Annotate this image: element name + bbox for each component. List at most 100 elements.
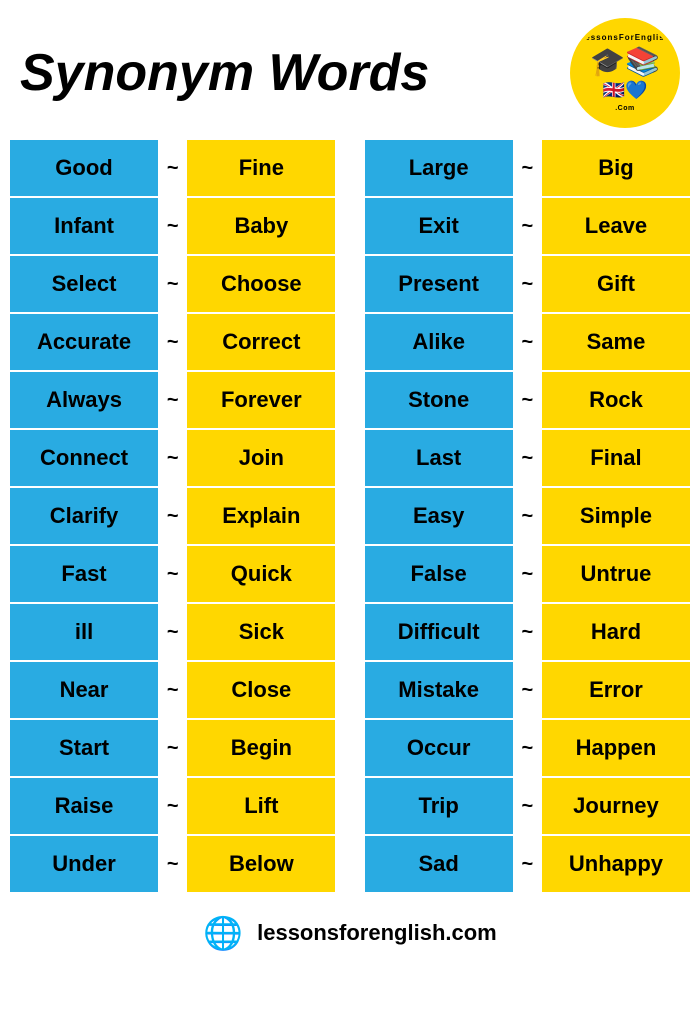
spacer-cell (336, 545, 363, 603)
left-word-cell: Connect (9, 429, 159, 487)
left-tilde-cell: ~ (159, 139, 186, 197)
right-tilde-cell: ~ (514, 777, 541, 835)
left-synonym-cell: Choose (186, 255, 336, 313)
right-tilde-cell: ~ (514, 313, 541, 371)
spacer-cell (336, 255, 363, 313)
left-synonym-cell: Close (186, 661, 336, 719)
left-word-cell: Select (9, 255, 159, 313)
right-tilde-cell: ~ (514, 139, 541, 197)
left-tilde-cell: ~ (159, 313, 186, 371)
left-tilde-cell: ~ (159, 545, 186, 603)
spacer-cell (336, 835, 363, 893)
right-word-cell: Present (364, 255, 514, 313)
right-synonym-cell: Same (541, 313, 691, 371)
left-word-cell: ill (9, 603, 159, 661)
right-tilde-cell: ~ (514, 603, 541, 661)
logo-text-bottom: .Com (615, 105, 635, 112)
right-synonym-cell: Hard (541, 603, 691, 661)
right-synonym-cell: Final (541, 429, 691, 487)
left-synonym-cell: Below (186, 835, 336, 893)
right-word-cell: Easy (364, 487, 514, 545)
right-tilde-cell: ~ (514, 545, 541, 603)
right-tilde-cell: ~ (514, 661, 541, 719)
right-synonym-cell: Error (541, 661, 691, 719)
table-row: Select ~ Choose Present ~ Gift (9, 255, 691, 313)
left-synonym-cell: Quick (186, 545, 336, 603)
right-synonym-cell: Unhappy (541, 835, 691, 893)
globe-icon: 🌐 (203, 914, 243, 952)
right-word-cell: Sad (364, 835, 514, 893)
table-row: Raise ~ Lift Trip ~ Journey (9, 777, 691, 835)
table-row: Near ~ Close Mistake ~ Error (9, 661, 691, 719)
left-tilde-cell: ~ (159, 603, 186, 661)
left-tilde-cell: ~ (159, 661, 186, 719)
left-word-cell: Near (9, 661, 159, 719)
left-tilde-cell: ~ (159, 429, 186, 487)
left-word-cell: Under (9, 835, 159, 893)
left-tilde-cell: ~ (159, 835, 186, 893)
right-tilde-cell: ~ (514, 835, 541, 893)
left-word-cell: Raise (9, 777, 159, 835)
left-synonym-cell: Fine (186, 139, 336, 197)
right-synonym-cell: Leave (541, 197, 691, 255)
right-tilde-cell: ~ (514, 429, 541, 487)
left-word-cell: Clarify (9, 487, 159, 545)
logo: LessonsForEnglish 🎓📚 🇬🇧💙 .Com (570, 18, 680, 128)
left-synonym-cell: Baby (186, 197, 336, 255)
left-tilde-cell: ~ (159, 487, 186, 545)
right-word-cell: Mistake (364, 661, 514, 719)
table-row: Accurate ~ Correct Alike ~ Same (9, 313, 691, 371)
spacer-cell (336, 139, 363, 197)
right-synonym-cell: Gift (541, 255, 691, 313)
left-word-cell: Start (9, 719, 159, 777)
spacer-cell (336, 313, 363, 371)
synonym-table: Good ~ Fine Large ~ Big Infant ~ Baby Ex… (8, 138, 692, 894)
right-tilde-cell: ~ (514, 719, 541, 777)
right-synonym-cell: Rock (541, 371, 691, 429)
table-row: Connect ~ Join Last ~ Final (9, 429, 691, 487)
left-word-cell: Fast (9, 545, 159, 603)
logo-books-icon: 🎓📚 (579, 45, 670, 79)
right-word-cell: False (364, 545, 514, 603)
spacer-cell (336, 603, 363, 661)
left-synonym-cell: Join (186, 429, 336, 487)
table-row: Fast ~ Quick False ~ Untrue (9, 545, 691, 603)
spacer-cell (336, 487, 363, 545)
left-tilde-cell: ~ (159, 197, 186, 255)
right-word-cell: Occur (364, 719, 514, 777)
right-word-cell: Difficult (364, 603, 514, 661)
right-synonym-cell: Untrue (541, 545, 691, 603)
table-row: Clarify ~ Explain Easy ~ Simple (9, 487, 691, 545)
logo-flag-icon: 🇬🇧💙 (579, 80, 670, 102)
footer-url: lessonsforenglish.com (257, 920, 497, 946)
left-word-cell: Accurate (9, 313, 159, 371)
table-row: Start ~ Begin Occur ~ Happen (9, 719, 691, 777)
spacer-cell (336, 371, 363, 429)
table-row: Always ~ Forever Stone ~ Rock (9, 371, 691, 429)
left-synonym-cell: Lift (186, 777, 336, 835)
right-tilde-cell: ~ (514, 197, 541, 255)
left-tilde-cell: ~ (159, 777, 186, 835)
left-synonym-cell: Sick (186, 603, 336, 661)
table-row: Under ~ Below Sad ~ Unhappy (9, 835, 691, 893)
right-word-cell: Exit (364, 197, 514, 255)
right-synonym-cell: Journey (541, 777, 691, 835)
spacer-cell (336, 661, 363, 719)
right-tilde-cell: ~ (514, 487, 541, 545)
left-synonym-cell: Correct (186, 313, 336, 371)
right-word-cell: Stone (364, 371, 514, 429)
right-word-cell: Trip (364, 777, 514, 835)
left-synonym-cell: Begin (186, 719, 336, 777)
left-synonym-cell: Forever (186, 371, 336, 429)
spacer-cell (336, 429, 363, 487)
left-word-cell: Good (9, 139, 159, 197)
table-row: Infant ~ Baby Exit ~ Leave (9, 197, 691, 255)
footer: 🌐 lessonsforenglish.com (0, 902, 700, 964)
right-tilde-cell: ~ (514, 371, 541, 429)
left-tilde-cell: ~ (159, 371, 186, 429)
right-word-cell: Alike (364, 313, 514, 371)
right-synonym-cell: Happen (541, 719, 691, 777)
right-synonym-cell: Simple (541, 487, 691, 545)
spacer-cell (336, 197, 363, 255)
right-tilde-cell: ~ (514, 255, 541, 313)
